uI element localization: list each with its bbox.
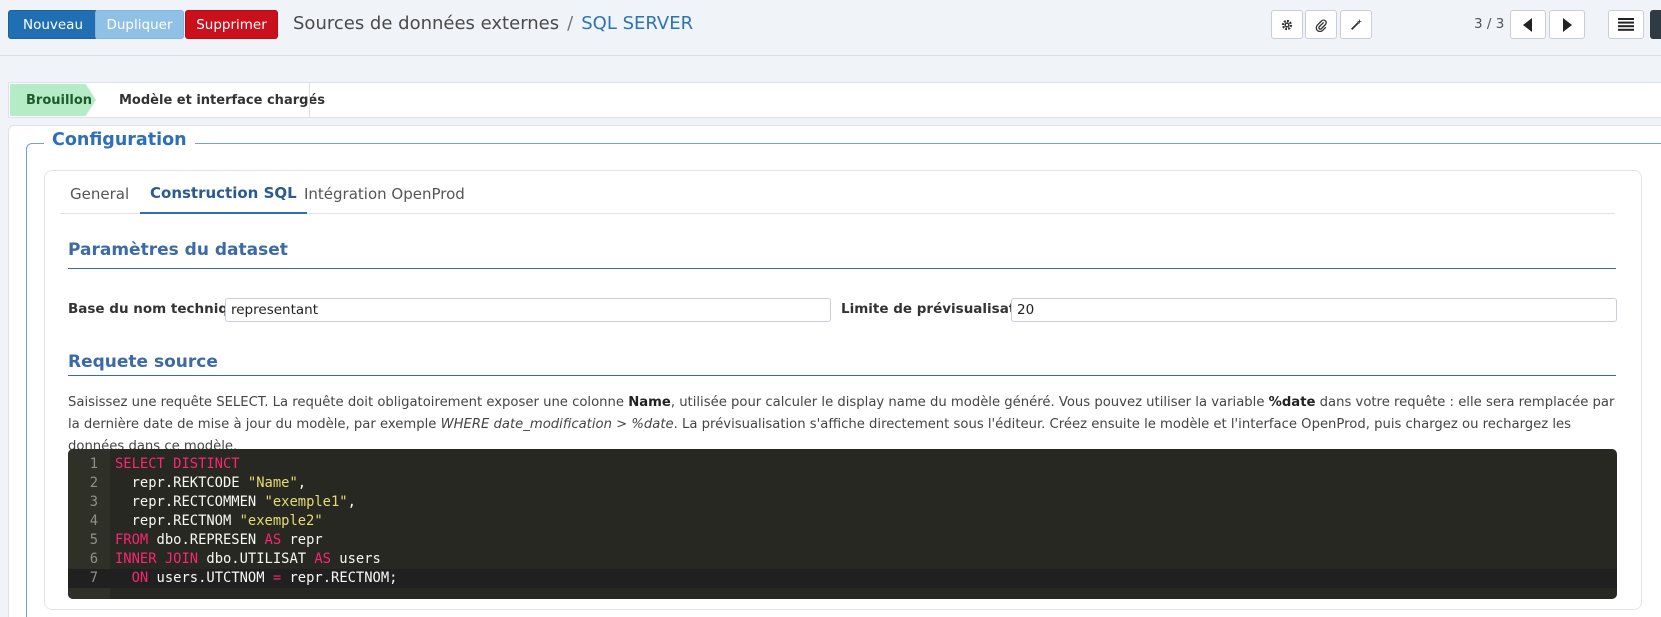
list-icon	[1618, 18, 1634, 31]
new-button[interactable]: Nouveau	[8, 10, 98, 39]
line-number: 4	[89, 513, 98, 529]
tab-bar: General Construction SQL Intégration Ope…	[60, 174, 1615, 214]
code-line[interactable]: 3 repr.RECTCOMMEN "exemple1",	[68, 493, 1617, 512]
previous-button[interactable]	[1510, 10, 1546, 39]
code-keyword: AS	[314, 551, 331, 567]
form-view-button[interactable]	[1650, 10, 1661, 39]
magic-wand-icon	[1351, 18, 1363, 30]
base-name-label: Base du nom technique	[68, 301, 247, 317]
code-line-active[interactable]: 7 ON users.UTCTNOM = repr.RECTNOM;	[68, 569, 1617, 588]
code-string: "Name"	[247, 475, 298, 491]
line-number: 1	[89, 456, 98, 472]
caret-right-icon	[1563, 17, 1572, 32]
code-line[interactable]: 6 INNER JOIN dbo.UTILISAT AS users	[68, 550, 1617, 569]
line-number: 2	[89, 475, 98, 491]
code-string: "exemple1"	[264, 494, 348, 510]
paperclip-icon	[1315, 18, 1327, 32]
help-text-variable: %date	[1268, 395, 1316, 410]
gear-icon	[1281, 19, 1293, 30]
dataset-section-title: Paramètres du dataset	[68, 240, 288, 260]
code-line[interactable]: 2 repr.REKTCODE "Name",	[68, 474, 1617, 493]
line-number: 7	[89, 570, 98, 586]
code-text: users.UTCTNOM	[148, 570, 273, 586]
code-text: dbo.REPRESEN	[148, 532, 265, 548]
code-text: users	[331, 551, 381, 567]
code-line[interactable]: 5 FROM dbo.REPRESEN AS repr	[68, 531, 1617, 550]
code-keyword: SELECT DISTINCT	[115, 456, 240, 472]
code-line[interactable]: 4 repr.RECTNOM "exemple2"	[68, 512, 1617, 531]
stage-draft[interactable]: Brouillon	[10, 84, 96, 116]
preview-limit-input[interactable]: 20	[1011, 298, 1617, 322]
next-button[interactable]	[1549, 10, 1585, 39]
list-view-button[interactable]	[1608, 10, 1644, 39]
tab-construction-sql[interactable]: Construction SQL	[140, 174, 307, 214]
code-string: "exemple2"	[239, 513, 323, 529]
wizard-button[interactable]	[1340, 10, 1372, 39]
tab-integration-openprod[interactable]: Intégration OpenProd	[294, 174, 475, 214]
code-keyword: ON	[131, 570, 149, 586]
code-line[interactable]: 1 SELECT DISTINCT	[68, 455, 1617, 474]
tab-general[interactable]: General	[60, 174, 139, 214]
stage-loaded[interactable]: Modèle et interface chargés	[119, 84, 325, 116]
status-divider	[309, 83, 310, 117]
dataset-section-divider	[68, 268, 1616, 269]
code-keyword: FROM	[115, 532, 149, 548]
code-text: repr.RECTCOMMEN	[115, 494, 265, 510]
code-text: repr.RECTNOM	[115, 513, 240, 529]
breadcrumb-current: SQL SERVER	[581, 13, 694, 34]
code-keyword: INNER JOIN	[115, 551, 199, 567]
help-text-part: Saisissez une requête SELECT. La requête…	[68, 395, 629, 410]
help-text-example: WHERE date_modification > %date	[440, 417, 674, 432]
code-operator: =	[272, 570, 282, 586]
code-text: repr.REKTCODE	[115, 475, 248, 491]
attachment-button[interactable]	[1305, 10, 1337, 39]
code-keyword: AS	[264, 532, 282, 548]
query-section-title: Requete source	[68, 352, 218, 372]
configuration-legend: Configuration	[44, 130, 195, 150]
query-section-divider	[68, 375, 1616, 376]
caret-left-icon	[1523, 17, 1532, 32]
breadcrumb-parent[interactable]: Sources de données externes	[293, 13, 559, 34]
line-number: 6	[89, 551, 98, 567]
status-bar: Brouillon Modèle et interface chargés	[8, 82, 1661, 118]
duplicate-button[interactable]: Dupliquer	[95, 10, 184, 39]
help-text-name: Name	[628, 395, 671, 410]
delete-button[interactable]: Supprimer	[185, 10, 278, 39]
breadcrumb-separator: /	[567, 13, 574, 34]
line-number: 3	[89, 494, 98, 510]
code-text: repr	[281, 532, 323, 548]
preview-limit-label: Limite de prévisualisation	[841, 301, 1039, 317]
code-text: ,	[347, 494, 356, 510]
code-text: dbo.UTILISAT	[198, 551, 315, 567]
settings-button[interactable]	[1271, 10, 1303, 39]
code-text: ,	[297, 475, 307, 491]
sql-editor[interactable]: 1 SELECT DISTINCT 2 repr.REKTCODE "Name"…	[68, 449, 1617, 599]
code-text: repr.RECTNOM;	[281, 570, 398, 586]
line-number: 5	[89, 532, 98, 548]
breadcrumb: Sources de données externes / SQL SERVER	[293, 13, 693, 34]
control-panel: Nouveau Dupliquer Supprimer Sources de d…	[0, 0, 1661, 56]
help-text-part: , utilisée pour calculer le display name…	[670, 395, 1269, 410]
pager-value[interactable]: 3 / 3	[1474, 16, 1504, 32]
base-name-input[interactable]: representant	[225, 298, 831, 322]
